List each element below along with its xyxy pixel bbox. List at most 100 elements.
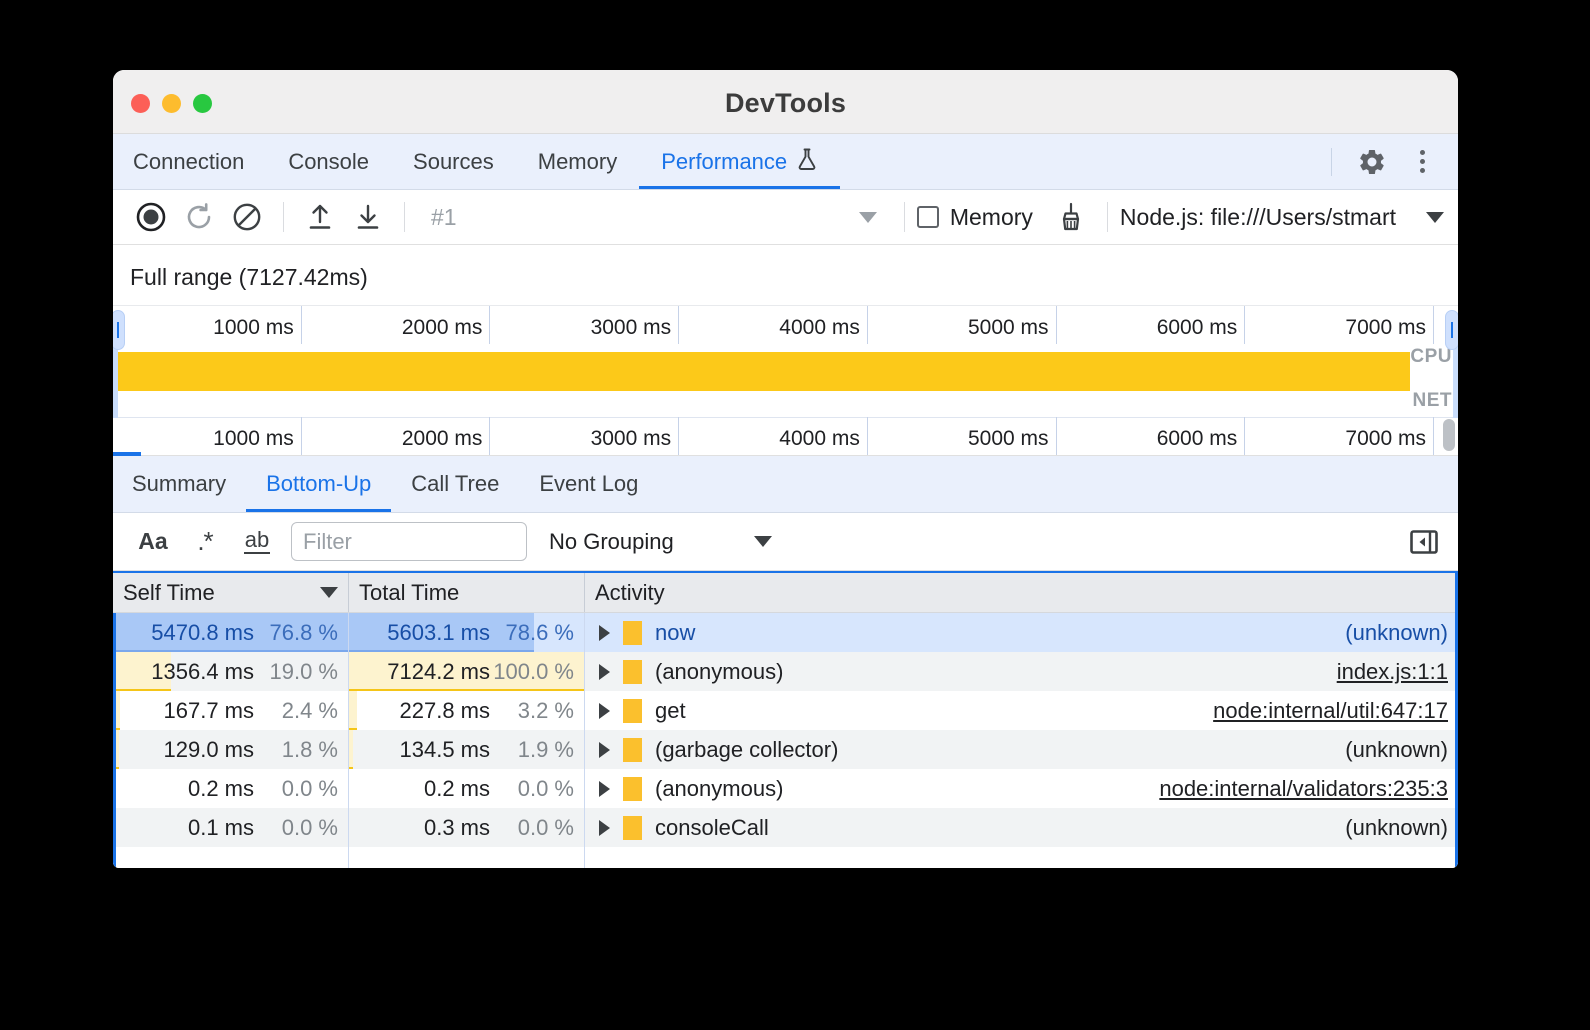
table-row[interactable]: 167.7 ms 2.4 % 227.8 ms 3.2 % get node:i… <box>113 691 1458 730</box>
clear-icon[interactable] <box>223 193 271 241</box>
record-icon[interactable] <box>127 193 175 241</box>
tab-event-log[interactable]: Event Log <box>519 456 658 512</box>
overview-scrollbar-thumb[interactable] <box>1443 419 1455 451</box>
target-label: Node.js: file:///Users/stmart <box>1120 204 1396 231</box>
reload-icon[interactable] <box>175 193 223 241</box>
tab-label: Summary <box>132 471 226 497</box>
activity-source: (unknown) <box>1345 737 1448 763</box>
tab-memory[interactable]: Memory <box>516 134 639 189</box>
memory-checkbox[interactable]: Memory <box>917 204 1033 231</box>
total-time-pct: 0.0 % <box>490 815 574 841</box>
category-color-swatch <box>623 699 642 723</box>
activity-cell: (garbage collector) (unknown) <box>585 730 1458 769</box>
expand-triangle-icon[interactable] <box>599 820 610 836</box>
grouping-dropdown[interactable]: No Grouping <box>549 529 772 555</box>
match-case-icon[interactable]: Aa <box>127 519 179 565</box>
grid-focus-edge-right <box>1455 573 1458 868</box>
download-icon[interactable] <box>344 193 392 241</box>
tab-label: Connection <box>133 149 244 175</box>
memory-label: Memory <box>950 204 1033 231</box>
total-time-cell: 7124.2 ms 100.0 % <box>349 652 585 691</box>
table-row[interactable]: 0.2 ms 0.0 % 0.2 ms 0.0 % (anonymous) no… <box>113 769 1458 808</box>
tab-sources[interactable]: Sources <box>391 134 516 189</box>
expand-triangle-icon[interactable] <box>599 703 610 719</box>
expand-triangle-icon[interactable] <box>599 664 610 680</box>
total-time-cell: 0.3 ms 0.0 % <box>349 808 585 847</box>
activity-source: (unknown) <box>1345 620 1448 646</box>
column-header-self-time[interactable]: Self Time <box>113 573 349 612</box>
upload-icon[interactable] <box>296 193 344 241</box>
total-time-ms: 0.2 ms <box>424 776 490 802</box>
bottom-up-tree-grid[interactable]: Self Time Total Time Activity 5470.8 ms … <box>113 571 1458 868</box>
activity-source-link[interactable]: node:internal/validators:235:3 <box>1159 776 1448 802</box>
whole-word-icon[interactable]: ab <box>231 519 283 565</box>
tab-console[interactable]: Console <box>266 134 391 189</box>
activity-cell: now (unknown) <box>585 613 1458 652</box>
category-color-swatch <box>623 660 642 684</box>
activity-name: (garbage collector) <box>655 737 838 763</box>
total-time-pct: 3.2 % <box>490 698 574 724</box>
self-time-cell: 167.7 ms 2.4 % <box>113 691 349 730</box>
expand-triangle-icon[interactable] <box>599 781 610 797</box>
overview-tracks: CPU NET <box>113 344 1458 418</box>
title-bar: DevTools <box>113 70 1458 134</box>
expand-triangle-icon[interactable] <box>599 625 610 641</box>
grid-empty-area <box>113 847 1458 868</box>
tab-call-tree[interactable]: Call Tree <box>391 456 519 512</box>
session-number: #1 <box>431 204 457 231</box>
cpu-track: CPU <box>113 344 1458 389</box>
table-row[interactable]: 0.1 ms 0.0 % 0.3 ms 0.0 % consoleCall (u… <box>113 808 1458 847</box>
self-time-ms: 5470.8 ms <box>151 620 254 646</box>
chevron-down-icon <box>754 536 772 547</box>
search-input[interactable] <box>291 522 527 561</box>
net-track-label: NET <box>1413 390 1453 412</box>
ruler-tick-label: 7000 ms <box>1345 316 1426 340</box>
detail-tab-strip: Summary Bottom-Up Call Tree Event Log <box>113 456 1458 513</box>
category-color-swatch <box>623 816 642 840</box>
total-time-ms: 227.8 ms <box>400 698 491 724</box>
full-range-label: Full range (7127.42ms) <box>113 245 1458 305</box>
divider <box>904 202 905 232</box>
performance-toolbar: #1 Memory Node.js: file:///Users/st <box>113 190 1458 245</box>
activity-name: (anonymous) <box>655 659 783 685</box>
range-handle-right[interactable] <box>1445 310 1458 350</box>
divider <box>404 202 405 232</box>
overview-panes[interactable]: 1000 ms2000 ms3000 ms4000 ms5000 ms6000 … <box>113 305 1458 455</box>
tab-summary[interactable]: Summary <box>113 456 246 512</box>
sidebar-toggle-icon[interactable] <box>1404 525 1444 559</box>
history-dropdown-icon[interactable] <box>844 193 892 241</box>
self-time-pct: 1.8 % <box>254 737 338 763</box>
grid-header-row: Self Time Total Time Activity <box>113 573 1458 613</box>
table-row[interactable]: 5470.8 ms 76.8 % 5603.1 ms 78.6 % now (u… <box>113 613 1458 652</box>
self-time-pct: 0.0 % <box>254 815 338 841</box>
checkbox-box <box>917 206 939 228</box>
ruler-tick: 7000 ms <box>113 306 1434 344</box>
grouping-label: No Grouping <box>549 529 674 555</box>
gear-icon[interactable] <box>1350 140 1394 184</box>
column-header-activity[interactable]: Activity <box>585 573 1458 612</box>
tab-bottom-up[interactable]: Bottom-Up <box>246 456 391 512</box>
tab-connection[interactable]: Connection <box>113 134 266 189</box>
tab-performance[interactable]: Performance <box>639 134 840 189</box>
ruler-top: 1000 ms2000 ms3000 ms4000 ms5000 ms6000 … <box>113 306 1458 344</box>
self-time-pct: 76.8 % <box>254 620 338 646</box>
target-dropdown[interactable]: Node.js: file:///Users/stmart <box>1120 204 1444 231</box>
range-handle-left[interactable] <box>113 310 125 350</box>
self-time-cell: 5470.8 ms 76.8 % <box>113 613 349 652</box>
category-color-swatch <box>623 621 642 645</box>
filter-toolbar: Aa .* ab No Grouping <box>113 513 1458 571</box>
sort-descending-icon <box>320 587 338 598</box>
self-time-ms: 129.0 ms <box>164 737 255 763</box>
self-time-cell: 1356.4 ms 19.0 % <box>113 652 349 691</box>
column-header-total-time[interactable]: Total Time <box>349 573 585 612</box>
activity-source-link[interactable]: node:internal/util:647:17 <box>1213 698 1448 724</box>
table-row[interactable]: 129.0 ms 1.8 % 134.5 ms 1.9 % (garbage c… <box>113 730 1458 769</box>
broom-icon[interactable] <box>1047 193 1095 241</box>
activity-source-link[interactable]: index.js:1:1 <box>1337 659 1448 685</box>
regex-icon[interactable]: .* <box>179 519 231 565</box>
grid-focus-edge-left <box>113 613 116 868</box>
expand-triangle-icon[interactable] <box>599 742 610 758</box>
table-row[interactable]: 1356.4 ms 19.0 % 7124.2 ms 100.0 % (anon… <box>113 652 1458 691</box>
total-time-cell: 5603.1 ms 78.6 % <box>349 613 585 652</box>
kebab-icon[interactable] <box>1400 140 1444 184</box>
